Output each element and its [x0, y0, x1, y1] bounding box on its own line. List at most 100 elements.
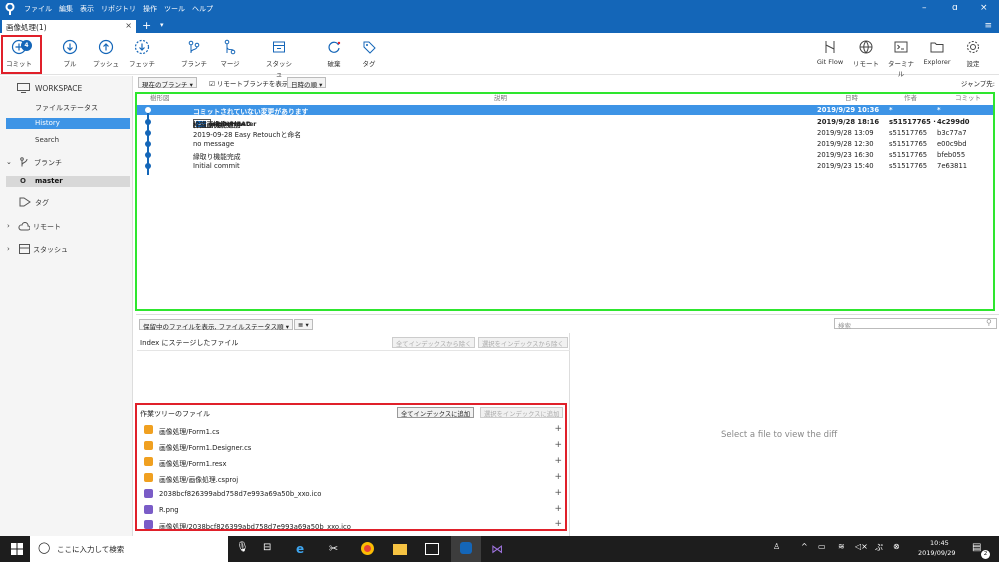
history-filter-bar: 現在のブランチ ▾ ☑ リモートブランチを表示 日時の順 ▾ ジャンプ先:: [136, 77, 999, 89]
gitflow-icon: [825, 41, 835, 53]
toolbar: コミット 4 プル プッシュ フェッチ ブランチ マージ スタッシュ 破棄 タグ…: [0, 33, 999, 78]
view-mode-dropdown[interactable]: ≣ ▾: [294, 319, 313, 330]
sidebar-remotes-heading[interactable]: リモート: [33, 222, 61, 232]
unstaged-highlight-box: [135, 403, 567, 531]
hamburger-menu-icon[interactable]: ≡: [984, 21, 992, 31]
edge-icon[interactable]: e: [296, 542, 304, 556]
stash-button[interactable]: スタッシュ: [263, 37, 295, 78]
clock-date[interactable]: 2019/09/29: [918, 549, 955, 557]
sidebar-item-search[interactable]: Search: [35, 136, 59, 144]
menu-view[interactable]: 表示: [80, 4, 94, 14]
tag-button[interactable]: タグ: [353, 37, 385, 68]
microphone-icon[interactable]: 🎙: [236, 542, 249, 553]
notification-count-badge: 2: [981, 550, 990, 559]
task-view-icon[interactable]: ⊟: [263, 542, 271, 553]
jump-to-label: ジャンプ先:: [960, 80, 995, 88]
branch-icon: [188, 40, 200, 53]
discard-button[interactable]: 破棄: [318, 37, 350, 68]
terminal-icon: [894, 41, 908, 53]
pull-icon: [62, 39, 78, 55]
current-branch-icon: O: [20, 177, 26, 185]
workspace-heading: WORKSPACE: [35, 84, 83, 93]
volume-icon[interactable]: ◁×: [855, 542, 868, 551]
merge-icon: [224, 39, 236, 55]
sourcetree-taskbar-button[interactable]: [451, 536, 481, 562]
menu-file[interactable]: ファイル: [24, 4, 52, 14]
show-remote-checkbox[interactable]: ☑ リモートブランチを表示: [209, 78, 288, 88]
ime-status-icon[interactable]: ⊗: [893, 542, 900, 551]
globe-icon: [859, 40, 873, 54]
menu-tools[interactable]: ツール: [164, 4, 185, 14]
branch-button[interactable]: ブランチ: [178, 37, 210, 68]
gear-icon: [967, 41, 979, 53]
battery-icon[interactable]: ▭: [818, 542, 826, 551]
sidebar: [0, 76, 133, 536]
diff-placeholder: Select a file to view the diff: [721, 430, 838, 440]
settings-button[interactable]: 設定: [957, 37, 989, 68]
cloud-icon: [18, 222, 30, 231]
gitflow-button[interactable]: Git Flow: [813, 37, 847, 66]
branches-chevron-icon[interactable]: ⌄: [6, 158, 12, 166]
explorer-button[interactable]: Explorer: [921, 37, 953, 66]
monitor-icon: [17, 83, 30, 93]
chrome-icon[interactable]: [361, 542, 374, 555]
tab-list-dropdown[interactable]: ▾: [160, 21, 164, 29]
file-status-bar: 保留中のファイルを表示, ファイルステータス順 ▾ ≣ ▾ 検索 ⚲: [137, 317, 999, 331]
sourcetree-logo-icon: [5, 3, 15, 15]
remotes-chevron-icon[interactable]: ›: [7, 222, 10, 230]
sourcetree-icon: [460, 542, 472, 554]
unstage-selected-button[interactable]: 選択をインデックスから除く: [478, 337, 568, 348]
order-dropdown[interactable]: 日時の順 ▾: [287, 77, 327, 89]
wifi-icon[interactable]: ≋: [838, 542, 845, 551]
commit-highlight-box: [1, 35, 42, 74]
notification-icon[interactable]: ▤: [972, 542, 981, 553]
push-button[interactable]: プッシュ: [90, 37, 122, 68]
snipping-tool-icon[interactable]: ✂: [329, 542, 338, 555]
terminal-button[interactable]: ターミナル: [885, 37, 917, 78]
branch-filter-dropdown[interactable]: 現在のブランチ ▾: [138, 77, 197, 89]
tab-bar: 画像処理(1) × + ▾ ≡: [0, 19, 999, 33]
visual-studio-icon[interactable]: ⋈: [491, 542, 503, 556]
unstage-all-button[interactable]: 全てインデックスから除く: [392, 337, 476, 348]
maximize-button[interactable]: ɑ: [952, 3, 958, 13]
stash-icon: [273, 41, 285, 53]
file-filter-dropdown[interactable]: 保留中のファイルを表示, ファイルステータス順 ▾: [139, 319, 293, 331]
menu-edit[interactable]: 編集: [59, 4, 73, 14]
menu-actions[interactable]: 操作: [143, 4, 157, 14]
history-highlight-box: [135, 92, 995, 311]
tab-close-icon[interactable]: ×: [125, 21, 132, 30]
cortana-icon: ◯: [38, 541, 51, 554]
people-icon[interactable]: ♙: [773, 542, 780, 551]
menu-repository[interactable]: リポジトリ: [101, 4, 136, 14]
folder-icon: [930, 42, 944, 53]
ime-icon[interactable]: ぷ: [875, 542, 883, 553]
sidebar-branches-heading[interactable]: ブランチ: [34, 158, 62, 168]
sidebar-tags-heading[interactable]: タグ: [35, 198, 49, 208]
repo-tab[interactable]: 画像処理(1) ×: [2, 20, 136, 33]
remote-button[interactable]: リモート: [850, 37, 882, 68]
sidebar-stashes-heading[interactable]: スタッシュ: [33, 245, 68, 255]
photos-icon[interactable]: [425, 543, 439, 555]
divider: [137, 350, 570, 351]
taskbar-search-box[interactable]: ◯ ここに入力して検索: [30, 536, 228, 562]
merge-button[interactable]: マージ: [214, 37, 246, 68]
tag-icon: [19, 197, 31, 207]
minimize-button[interactable]: –: [922, 3, 927, 13]
sidebar-item-history[interactable]: History: [6, 118, 130, 129]
clock-time[interactable]: 10:45: [930, 539, 949, 547]
file-explorer-icon[interactable]: [393, 544, 407, 555]
close-button[interactable]: ×: [980, 3, 988, 13]
pull-button[interactable]: プル: [54, 37, 86, 68]
menu-help[interactable]: ヘルプ: [192, 4, 213, 14]
sidebar-item-file-status[interactable]: ファイルステータス: [35, 103, 98, 113]
splitter[interactable]: [136, 314, 999, 315]
tray-chevron-icon[interactable]: ^: [801, 542, 808, 551]
new-tab-button[interactable]: +: [142, 19, 151, 32]
branch-icon: [20, 157, 28, 167]
tag-icon: [363, 41, 376, 54]
title-bar: ファイル 編集 表示 リポジトリ 操作 ツール ヘルプ – ɑ ×: [0, 0, 999, 19]
fetch-button[interactable]: フェッチ: [126, 37, 158, 68]
search-input[interactable]: 検索: [834, 318, 997, 330]
windows-start-icon[interactable]: [11, 543, 23, 555]
stashes-chevron-icon[interactable]: ›: [7, 245, 10, 253]
